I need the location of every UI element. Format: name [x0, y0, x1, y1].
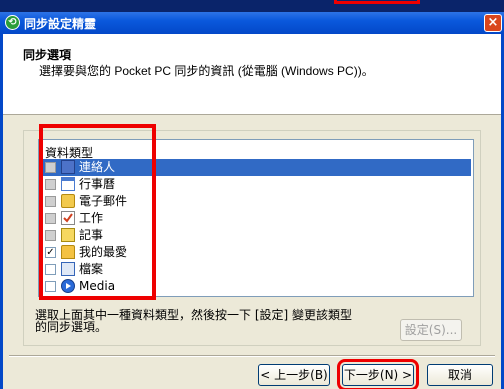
background-window-strip — [0, 0, 504, 12]
files-icon — [61, 262, 75, 276]
tasks-icon — [61, 211, 75, 225]
calendar-icon — [61, 177, 75, 191]
back-button[interactable]: < 上一步(B) — [258, 364, 330, 386]
list-item-label: 連絡人 — [79, 160, 116, 174]
checkbox-checked[interactable]: ✓ — [45, 247, 56, 258]
checkbox[interactable] — [45, 264, 56, 275]
window-title: 同步設定精靈 — [24, 17, 97, 31]
description-line-2: 的同步選項。 — [35, 320, 108, 334]
list-item-media[interactable]: Media — [41, 278, 471, 295]
list-item-files[interactable]: 檔案 — [41, 261, 471, 278]
sync-app-icon: ⟲ — [5, 15, 20, 30]
page-title: 同步選項 — [23, 48, 72, 62]
list-item-email[interactable]: 電子郵件 — [41, 193, 471, 210]
next-button[interactable]: 下一步(N) > — [337, 359, 419, 389]
notes-icon — [61, 228, 75, 242]
cancel-button[interactable]: 取消 — [427, 364, 493, 386]
contacts-icon — [61, 160, 75, 174]
checkbox[interactable] — [45, 179, 56, 190]
list-item-calendar[interactable]: 行事曆 — [41, 176, 471, 193]
list-item-label: 行事曆 — [79, 177, 116, 191]
favorites-folder-icon — [61, 245, 75, 259]
checkbox[interactable] — [45, 213, 56, 224]
checkbox[interactable] — [45, 196, 56, 207]
list-item-favorites[interactable]: ✓ 我的最愛 — [41, 244, 471, 261]
close-button[interactable]: × — [484, 14, 502, 32]
settings-button[interactable]: 設定(S)... — [400, 319, 462, 341]
header-panel: 同步選項 選擇要與您的 Pocket PC 同步的資訊 (從電腦 (Window… — [3, 34, 501, 115]
email-icon — [61, 194, 75, 208]
checkbox[interactable] — [45, 162, 56, 173]
checkbox[interactable] — [45, 230, 56, 241]
list-item-tasks[interactable]: 工作 — [41, 210, 471, 227]
list-item-notes[interactable]: 記事 — [41, 227, 471, 244]
data-type-list[interactable]: 資料類型 連絡人 行事曆 電子郵件 工作 記事 ✓ 我的最愛 檔案 Media — [38, 139, 474, 297]
page-subtitle: 選擇要與您的 Pocket PC 同步的資訊 (從電腦 (Windows PC)… — [39, 64, 374, 78]
highlight-box-top — [334, 0, 420, 4]
list-item-label: Media — [79, 279, 116, 293]
list-item-contacts[interactable]: 連絡人 — [41, 159, 471, 176]
media-icon — [61, 279, 75, 293]
description-text: 選取上面其中一種資料類型，然後按一下 [設定] 變更該類型 的同步選項。 — [35, 309, 352, 333]
list-item-label: 我的最愛 — [79, 245, 128, 259]
list-item-label: 電子郵件 — [79, 194, 128, 208]
title-bar[interactable]: ⟲ 同步設定精靈 × — [0, 12, 504, 34]
list-item-label: 工作 — [79, 211, 104, 225]
list-item-label: 記事 — [79, 228, 104, 242]
wizard-dialog: 同步選項 選擇要與您的 Pocket PC 同步的資訊 (從電腦 (Window… — [0, 34, 504, 389]
list-item-label: 檔案 — [79, 262, 104, 276]
button-separator — [9, 355, 495, 357]
checkbox[interactable] — [45, 281, 56, 292]
